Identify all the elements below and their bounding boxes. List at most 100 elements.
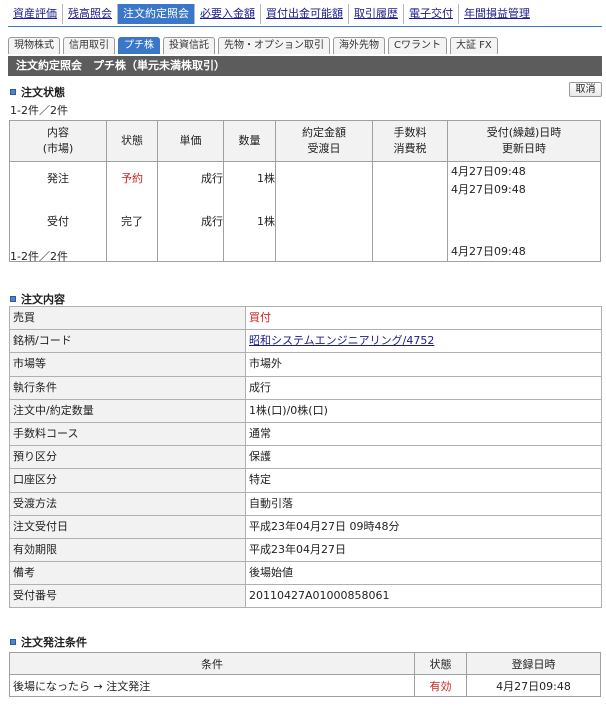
square-bullet-icon — [10, 639, 16, 645]
subtab-overseas-futures[interactable]: 海外先物 — [333, 37, 385, 54]
table-row: 発注 受付 予約 完了 成行 成行 1株 1株 4月27日09:48 4月27日… — [9, 161, 601, 262]
label-quantity: 注文中/約定数量 — [9, 398, 246, 423]
value-remarks: 後場始値 — [245, 561, 602, 586]
label-buy-sell: 売買 — [9, 305, 246, 331]
row2-qty: 1株 — [257, 215, 275, 228]
nav-tab-buying-power[interactable]: 買付出金可能額 — [261, 4, 349, 24]
nav-tab-history[interactable]: 取引履歴 — [349, 4, 404, 24]
row2-state: 完了 — [121, 215, 143, 228]
nav-divider — [8, 26, 602, 27]
result-count-bottom: 1-2件／2件 — [10, 250, 68, 263]
nav-tab-balance[interactable]: 残高照会 — [63, 4, 118, 24]
label-expiry: 有効期限 — [9, 537, 246, 563]
condition-section-heading: 注文発注条件 — [10, 634, 87, 650]
order-status-table: 内容 (市場) 状態 単価 数量 約定金額 受渡日 手数料 消費税 受付(繰越)… — [9, 120, 601, 262]
stock-link[interactable]: 昭和システムエンジニアリング/4752 — [249, 334, 434, 347]
subtab-futures-options[interactable]: 先物・オプション取引 — [218, 37, 330, 54]
label-market: 市場等 — [9, 352, 246, 377]
subtab-c-warrant[interactable]: Cワラント — [388, 37, 447, 54]
row1-updated: 4月27日09:48 — [451, 183, 526, 196]
value-settlement: 自動引落 — [245, 491, 602, 516]
value-receipt-number: 20110427A01000858061 — [245, 584, 602, 609]
row1-content: 発注 — [47, 172, 69, 185]
table-row: 執行条件 成行 — [9, 375, 602, 400]
condition-heading-label: 注文発注条件 — [21, 636, 87, 649]
value-cond-state: 有効 — [414, 674, 467, 697]
table-row: 市場等 市場外 — [9, 352, 602, 377]
value-custody: 保護 — [245, 445, 602, 470]
subtab-petit-stock[interactable]: プチ株 — [118, 37, 160, 54]
row-fee-cell — [372, 161, 448, 262]
col-qty: 数量 — [223, 120, 276, 162]
row2-price: 成行 — [201, 215, 223, 228]
table-row: 注文受付日 平成23年04月27日 09時48分 — [9, 514, 602, 539]
label-account-type: 口座区分 — [9, 468, 246, 493]
table-row: 後場になったら → 注文発注 有効 4月27日09:48 — [9, 674, 601, 697]
col-cond-date: 登録日時 — [466, 652, 601, 675]
order-detail-table: 売買 買付 銘柄/コード 昭和システムエンジニアリング/4752 市場等 市場外… — [9, 305, 602, 609]
col-condition: 条件 — [9, 652, 415, 675]
square-bullet-icon — [10, 89, 16, 95]
nav-tab-e-delivery[interactable]: 電子交付 — [404, 4, 459, 24]
table-row: 注文中/約定数量 1株(口)/0株(口) — [9, 398, 602, 423]
row1-state: 予約 — [121, 172, 143, 185]
label-custody: 預り区分 — [9, 445, 246, 470]
value-account-type: 特定 — [245, 468, 602, 493]
detail-section-heading: 注文内容 — [10, 291, 65, 307]
detail-heading-label: 注文内容 — [21, 293, 65, 306]
col-fee: 手数料 消費税 — [372, 120, 448, 162]
status-heading-label: 注文状態 — [21, 86, 65, 99]
order-condition-table: 条件 状態 登録日時 後場になったら → 注文発注 有効 4月27日09:48 — [9, 652, 601, 697]
subtab-margin[interactable]: 信用取引 — [63, 37, 115, 54]
nav-tab-required-deposit[interactable]: 必要入金額 — [195, 4, 261, 24]
label-receipt-number: 受付番号 — [9, 584, 246, 609]
value-buy-sell: 買付 — [245, 305, 602, 331]
row2-content: 受付 — [47, 215, 69, 228]
table-row: 売買 買付 — [9, 305, 602, 331]
table-row: 備考 後場始値 — [9, 561, 602, 586]
nav-tab-order-inquiry[interactable]: 注文約定照会 — [118, 4, 195, 24]
sub-tabs: 現物株式 信用取引 プチ株 投資信託 先物・オプション取引 海外先物 Cワラント… — [8, 37, 498, 54]
table-row: 受渡方法 自動引落 — [9, 491, 602, 516]
value-exec-condition: 成行 — [245, 375, 602, 400]
nav-tab-asset-valuation[interactable]: 資産評価 — [8, 4, 63, 24]
value-fee-course: 通常 — [245, 421, 602, 447]
label-exec-condition: 執行条件 — [9, 375, 246, 400]
table-row: 口座区分 特定 — [9, 468, 602, 493]
col-price: 単価 — [157, 120, 224, 162]
table-header-row: 条件 状態 登録日時 — [9, 652, 601, 675]
label-order-date: 注文受付日 — [9, 514, 246, 539]
label-stock-code: 銘柄/コード — [9, 329, 246, 354]
table-row: 預り区分 保護 — [9, 445, 602, 470]
top-nav: 資産評価 残高照会 注文約定照会 必要入金額 買付出金可能額 取引履歴 電子交付… — [8, 4, 535, 24]
page-title: 注文約定照会 プチ株（単元未満株取引） — [8, 56, 602, 76]
subtab-funds[interactable]: 投資信託 — [163, 37, 215, 54]
table-row: 受付番号 20110427A01000858061 — [9, 584, 602, 609]
row1-price: 成行 — [201, 172, 223, 185]
row2-updated: 4月27日09:48 — [451, 245, 526, 258]
status-section-heading: 注文状態 — [10, 84, 65, 100]
label-settlement: 受渡方法 — [9, 491, 246, 516]
label-remarks: 備考 — [9, 561, 246, 586]
table-row: 銘柄/コード 昭和システムエンジニアリング/4752 — [9, 329, 602, 354]
table-header-row: 内容 (市場) 状態 単価 数量 約定金額 受渡日 手数料 消費税 受付(繰越)… — [9, 120, 601, 162]
col-received: 受付(繰越)日時 更新日時 — [447, 120, 601, 162]
result-count-top: 1-2件／2件 — [10, 104, 68, 117]
row1-received: 4月27日09:48 — [451, 165, 526, 178]
label-fee-course: 手数料コース — [9, 421, 246, 447]
value-market: 市場外 — [245, 352, 602, 377]
row1-qty: 1株 — [257, 172, 275, 185]
col-state: 状態 — [106, 120, 158, 162]
subtab-stocks[interactable]: 現物株式 — [8, 37, 60, 54]
subtab-fx[interactable]: 大証 FX — [449, 37, 498, 54]
value-cond-date: 4月27日09:48 — [466, 674, 601, 697]
value-quantity: 1株(口)/0株(口) — [245, 398, 602, 423]
col-cond-state: 状態 — [414, 652, 467, 675]
nav-tab-annual-pl[interactable]: 年間損益管理 — [459, 4, 535, 24]
cancel-button[interactable]: 取消 — [569, 82, 602, 97]
value-order-date: 平成23年04月27日 09時48分 — [245, 514, 602, 539]
row2-received — [451, 221, 600, 239]
table-row: 手数料コース 通常 — [9, 421, 602, 447]
col-content: 内容 (市場) — [9, 120, 107, 162]
col-amount: 約定金額 受渡日 — [275, 120, 373, 162]
